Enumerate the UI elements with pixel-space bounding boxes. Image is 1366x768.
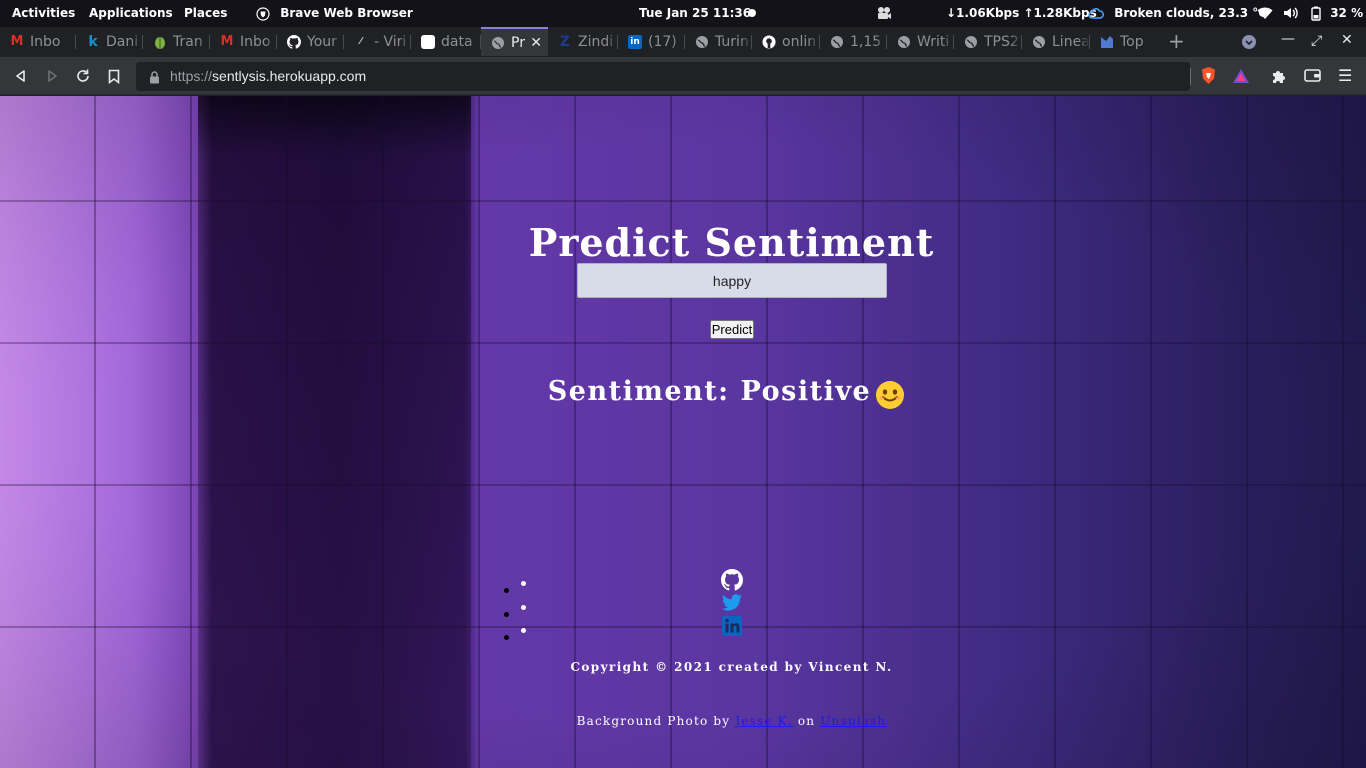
globe-icon (897, 35, 911, 49)
notification-dot (748, 9, 756, 17)
linkedin-icon: in (628, 34, 642, 49)
github-icon[interactable] (721, 569, 743, 591)
battery-label: 32 % (1330, 6, 1364, 20)
tab[interactable]: 1,15 (820, 27, 887, 56)
address-bar-divider (1190, 68, 1191, 85)
unsplash-link[interactable]: Unsplash (820, 714, 886, 728)
bookmark-page-icon[interactable] (105, 67, 123, 85)
page-content: Predict Sentiment Predict Sentiment: Pos… (0, 96, 1366, 768)
activities-button[interactable]: Activities (12, 6, 75, 21)
screencast-icon[interactable] (876, 6, 892, 24)
tab-label: Pr (511, 34, 525, 51)
reload-icon[interactable] (74, 67, 92, 85)
tab[interactable]: M Inbo (210, 27, 277, 56)
brave-rewards-icon[interactable] (1232, 68, 1250, 88)
applications-menu[interactable]: Applications (89, 6, 173, 21)
page-title: Predict Sentiment (528, 220, 935, 265)
url-text[interactable]: https://sentlysis.herokuapp.com (170, 68, 366, 84)
photographer-link[interactable]: Jesse K. (735, 714, 793, 728)
url-host: sentlysis.herokuapp.com (212, 68, 367, 84)
battery-icon (1311, 6, 1321, 21)
menu-icon[interactable]: ☰ (1338, 66, 1352, 85)
globe-icon (1032, 35, 1046, 49)
active-app-label: Brave Web Browser (280, 6, 413, 20)
tab[interactable]: Writi (887, 27, 954, 56)
sentiment-text-input[interactable] (577, 263, 887, 298)
weather-label: Broken clouds, 23.3 °C (1114, 6, 1268, 20)
gmail-icon: M (220, 34, 234, 49)
tab-strip: M Inbo k Dani Tran M Inbo Your ⁄ - Viri data… (0, 27, 1366, 57)
tab[interactable]: TPS2 (954, 27, 1022, 56)
minimize-icon[interactable]: — (1281, 31, 1295, 47)
clock[interactable]: Tue Jan 25 11:36 (639, 6, 751, 21)
twitter-icon[interactable] (721, 592, 743, 614)
tab[interactable]: Turin (685, 27, 752, 56)
tab[interactable]: in (17) (618, 27, 685, 56)
globe-icon (491, 36, 505, 50)
predict-button[interactable]: Predict (710, 320, 754, 339)
bookmark-icon (1100, 35, 1114, 49)
tab-label: Inbo (30, 33, 61, 50)
credit-on: on (797, 714, 816, 728)
lock-icon[interactable] (149, 69, 160, 88)
tab-search-icon[interactable] (1241, 34, 1257, 54)
github-icon (762, 34, 776, 49)
network-speed: ↓1.06Kbps ↑1.28Kbps (946, 6, 1097, 20)
k-icon: k (88, 33, 98, 50)
tab[interactable]: Linea (1022, 27, 1090, 56)
box-icon (421, 34, 435, 49)
github-icon (287, 34, 301, 49)
photo-credit: Background Photo by Jesse K. on Unsplash (0, 714, 1366, 728)
list-bullet (521, 581, 526, 586)
close-window-icon[interactable]: ✕ (1341, 32, 1353, 48)
smiling-face-icon (876, 381, 904, 409)
brave-shields-icon[interactable] (1200, 66, 1217, 89)
gmail-icon: M (10, 34, 24, 49)
tab[interactable]: M Inbo (0, 27, 76, 56)
tab[interactable]: Tran (143, 27, 210, 56)
tab[interactable]: Your (277, 27, 344, 56)
tab[interactable]: k Dani (76, 27, 143, 56)
copyright-text: Copyright © 2021 created by Vincent N. (570, 660, 893, 674)
close-tab-icon[interactable]: ✕ (530, 35, 542, 51)
tab[interactable]: data (411, 27, 481, 56)
list-bullet (521, 605, 526, 610)
linkedin-icon[interactable] (722, 616, 742, 636)
battery-indicator[interactable]: 32 % (1311, 6, 1363, 21)
system-top-bar: Activities Applications Places Brave Web… (0, 0, 1366, 27)
brave-shield-icon (256, 6, 270, 21)
volume-icon[interactable] (1283, 6, 1299, 24)
tab[interactable]: Top (1090, 27, 1156, 56)
forward-icon[interactable] (43, 67, 61, 85)
credit-prefix: Background Photo by (576, 714, 731, 728)
places-menu[interactable]: Places (184, 6, 227, 21)
sentiment-result-text: Sentiment: Positive (547, 376, 872, 407)
web-page: Predict Sentiment Predict Sentiment: Pos… (0, 96, 1366, 768)
tab[interactable]: onlin (752, 27, 820, 56)
weather-widget[interactable]: Broken clouds, 23.3 °C (1088, 6, 1267, 21)
tab[interactable]: Z Zindi (548, 27, 618, 56)
sentiment-result: Sentiment: Positive (0, 376, 1366, 407)
active-app-menu[interactable]: Brave Web Browser (256, 6, 413, 21)
extensions-icon[interactable] (1271, 68, 1287, 88)
list-bullet (521, 628, 526, 633)
url-scheme: https:// (170, 68, 213, 84)
globe-icon (964, 35, 978, 49)
tab[interactable]: ⁄ - Viri (344, 27, 411, 56)
wallet-icon[interactable] (1304, 68, 1321, 87)
tab-label: data (441, 33, 473, 50)
tab-active[interactable]: Pr ✕ (481, 27, 548, 56)
globe-icon (830, 35, 844, 49)
zindi-icon: Z (559, 33, 571, 50)
new-tab-button[interactable]: + (1168, 31, 1185, 51)
leaf-icon (153, 35, 167, 49)
generic-icon: ⁄ (360, 36, 362, 47)
maximize-icon[interactable]: ⤢ (1311, 33, 1322, 49)
tab-label: Top (1120, 33, 1144, 50)
globe-icon (695, 35, 709, 49)
back-icon[interactable] (12, 67, 30, 85)
cloud-icon (1088, 8, 1104, 19)
wifi-icon[interactable] (1257, 6, 1273, 24)
